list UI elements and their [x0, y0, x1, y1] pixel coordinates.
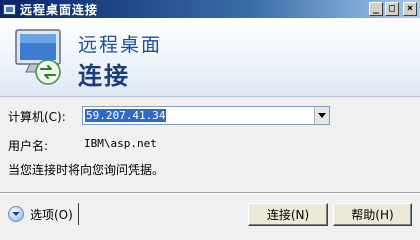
close-button[interactable]: ×: [403, 2, 417, 16]
title-bar[interactable]: 远程桌面连接 _ □ ×: [0, 0, 420, 18]
credentials-note: 当您连接时将向您询问凭据。: [8, 163, 165, 177]
username-label: 用户名:: [8, 139, 49, 153]
maximize-button[interactable]: □: [385, 2, 399, 16]
username-value: IBM\asp.net: [84, 137, 157, 150]
computer-label: 计算机(C):: [8, 110, 66, 124]
remote-desktop-app-icon: [3, 3, 16, 15]
chevron-down-icon[interactable]: [314, 107, 329, 124]
header-banner: 远程桌面 连接: [0, 18, 420, 97]
help-button[interactable]: 帮助(H): [333, 203, 412, 226]
window-controls: _ □ ×: [369, 2, 417, 16]
minimize-button[interactable]: _: [369, 2, 383, 16]
expand-options-icon[interactable]: [8, 206, 24, 222]
computer-input[interactable]: 59.207.41.34: [85, 109, 167, 122]
footer-divider: [0, 192, 420, 194]
monitor-remote-icon: [15, 29, 61, 85]
window-title: 远程桌面连接: [20, 2, 99, 17]
banner-title-line1: 远程桌面: [78, 34, 163, 56]
connect-button[interactable]: 连接(N): [248, 203, 328, 226]
banner-title-line2: 连接: [78, 62, 130, 90]
computer-combobox[interactable]: 59.207.41.34: [82, 106, 330, 125]
options-button[interactable]: 选项(O): [8, 203, 79, 225]
options-label: 选项(O): [30, 207, 73, 222]
